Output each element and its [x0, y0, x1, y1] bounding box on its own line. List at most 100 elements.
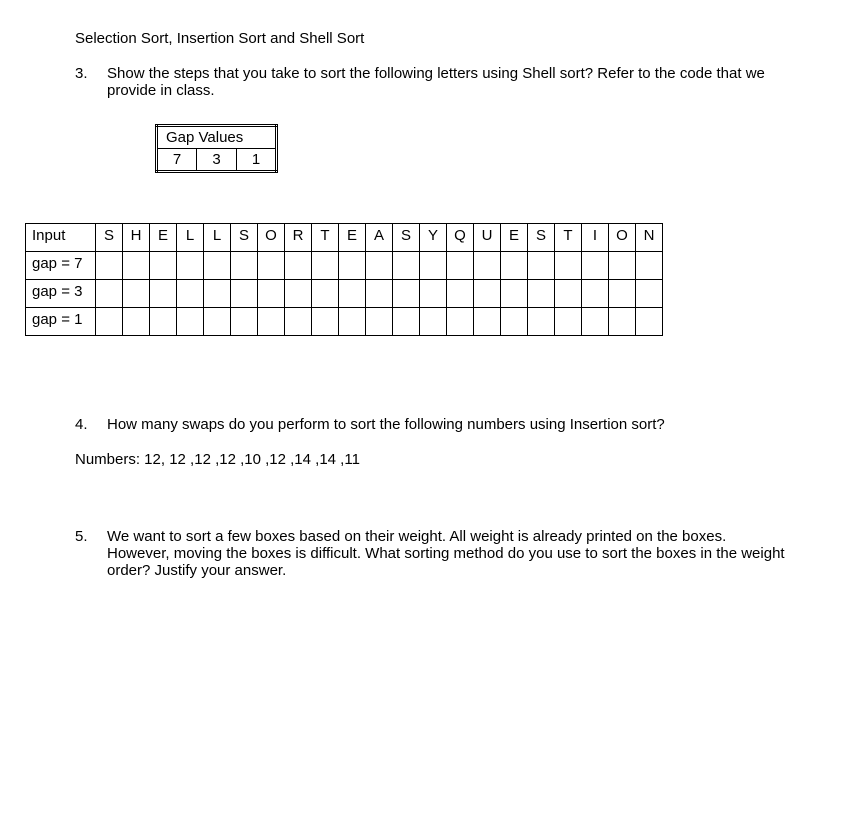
letter-cell: [231, 252, 258, 280]
question-3-text: Show the steps that you take to sort the…: [107, 65, 825, 99]
letter-cell: E: [501, 224, 528, 252]
letter-cell: [177, 308, 204, 336]
letter-cell: S: [96, 224, 123, 252]
letter-cell: [258, 252, 285, 280]
letter-cell: [204, 280, 231, 308]
gap-values-header: Gap Values: [157, 126, 277, 149]
letter-cell: A: [366, 224, 393, 252]
letter-cell: [312, 280, 339, 308]
letter-cell: [312, 252, 339, 280]
letter-cell: [528, 308, 555, 336]
letter-cell: [447, 308, 474, 336]
letter-cell: [420, 308, 447, 336]
letter-cell: [312, 308, 339, 336]
letter-cell: [123, 308, 150, 336]
letter-cell: [258, 308, 285, 336]
question-5-number: 5.: [75, 528, 103, 545]
letter-cell: [339, 280, 366, 308]
letter-cell: [177, 280, 204, 308]
letter-cell: [96, 308, 123, 336]
letter-cell: S: [528, 224, 555, 252]
letter-cell: [420, 280, 447, 308]
letter-cell: R: [285, 224, 312, 252]
letter-cell: N: [636, 224, 663, 252]
gap-values-container: Gap Values 7 3 1: [155, 124, 825, 173]
row-label: gap = 3: [26, 280, 96, 308]
letter-cell: [555, 252, 582, 280]
letter-cell: Y: [420, 224, 447, 252]
letter-cell: [204, 308, 231, 336]
letter-cell: Q: [447, 224, 474, 252]
letter-cell: [609, 308, 636, 336]
gap-value-cell: 3: [197, 149, 237, 172]
letter-cell: [285, 280, 312, 308]
letter-cell: T: [555, 224, 582, 252]
letter-cell: [339, 308, 366, 336]
question-4-numbers: Numbers: 12, 12 ,12 ,12 ,10 ,12 ,14 ,14 …: [75, 451, 825, 468]
question-3-number: 3.: [75, 65, 103, 82]
letter-cell: [582, 280, 609, 308]
letter-cell: [501, 280, 528, 308]
letter-cell: I: [582, 224, 609, 252]
letter-cell: [96, 280, 123, 308]
letter-cell: [447, 280, 474, 308]
gap-value-cell: 7: [157, 149, 197, 172]
letter-cell: [231, 280, 258, 308]
letter-cell: [555, 308, 582, 336]
letter-cell: [204, 252, 231, 280]
question-5: 5. We want to sort a few boxes based on …: [75, 528, 825, 579]
letter-cell: [528, 252, 555, 280]
letter-cell: [582, 252, 609, 280]
letter-cell: E: [150, 224, 177, 252]
letter-cell: S: [231, 224, 258, 252]
letter-cell: [636, 252, 663, 280]
letter-cell: [150, 252, 177, 280]
row-label: gap = 7: [26, 252, 96, 280]
letter-cell: [420, 252, 447, 280]
letter-cell: [447, 252, 474, 280]
letter-cell: S: [393, 224, 420, 252]
letter-cell: [285, 308, 312, 336]
table-row: gap = 1: [26, 308, 663, 336]
letter-cell: [231, 308, 258, 336]
row-label: gap = 1: [26, 308, 96, 336]
letter-cell: [474, 308, 501, 336]
letter-cell: [636, 280, 663, 308]
letter-cell: U: [474, 224, 501, 252]
question-4-text: How many swaps do you perform to sort th…: [107, 416, 825, 433]
shell-sort-table: InputSHELLSORTEASYQUESTIONgap = 7gap = 3…: [25, 223, 663, 336]
letter-cell: [582, 308, 609, 336]
letter-cell: [177, 252, 204, 280]
letter-cell: [366, 280, 393, 308]
letter-cell: L: [204, 224, 231, 252]
letter-cell: H: [123, 224, 150, 252]
letter-cell: [123, 280, 150, 308]
letter-cell: [96, 252, 123, 280]
table-row: gap = 7: [26, 252, 663, 280]
letter-cell: [150, 280, 177, 308]
question-4: 4. How many swaps do you perform to sort…: [75, 416, 825, 433]
letter-cell: [474, 280, 501, 308]
letter-cell: [501, 252, 528, 280]
letter-cell: [528, 280, 555, 308]
row-label: Input: [26, 224, 96, 252]
letter-cell: T: [312, 224, 339, 252]
letter-cell: O: [258, 224, 285, 252]
letter-cell: [150, 308, 177, 336]
question-4-section: 4. How many swaps do you perform to sort…: [75, 416, 825, 468]
letter-cell: [366, 252, 393, 280]
letter-cell: [339, 252, 366, 280]
question-5-text: We want to sort a few boxes based on the…: [107, 528, 825, 579]
letter-cell: E: [339, 224, 366, 252]
gap-value-cell: 1: [237, 149, 277, 172]
letter-cell: [258, 280, 285, 308]
letter-cell: [501, 308, 528, 336]
question-5-section: 5. We want to sort a few boxes based on …: [75, 528, 825, 579]
letter-cell: [366, 308, 393, 336]
question-4-number: 4.: [75, 416, 103, 433]
letter-cell: O: [609, 224, 636, 252]
letter-cell: [609, 280, 636, 308]
table-row: gap = 3: [26, 280, 663, 308]
letter-cell: [474, 252, 501, 280]
question-3: 3. Show the steps that you take to sort …: [75, 65, 825, 99]
